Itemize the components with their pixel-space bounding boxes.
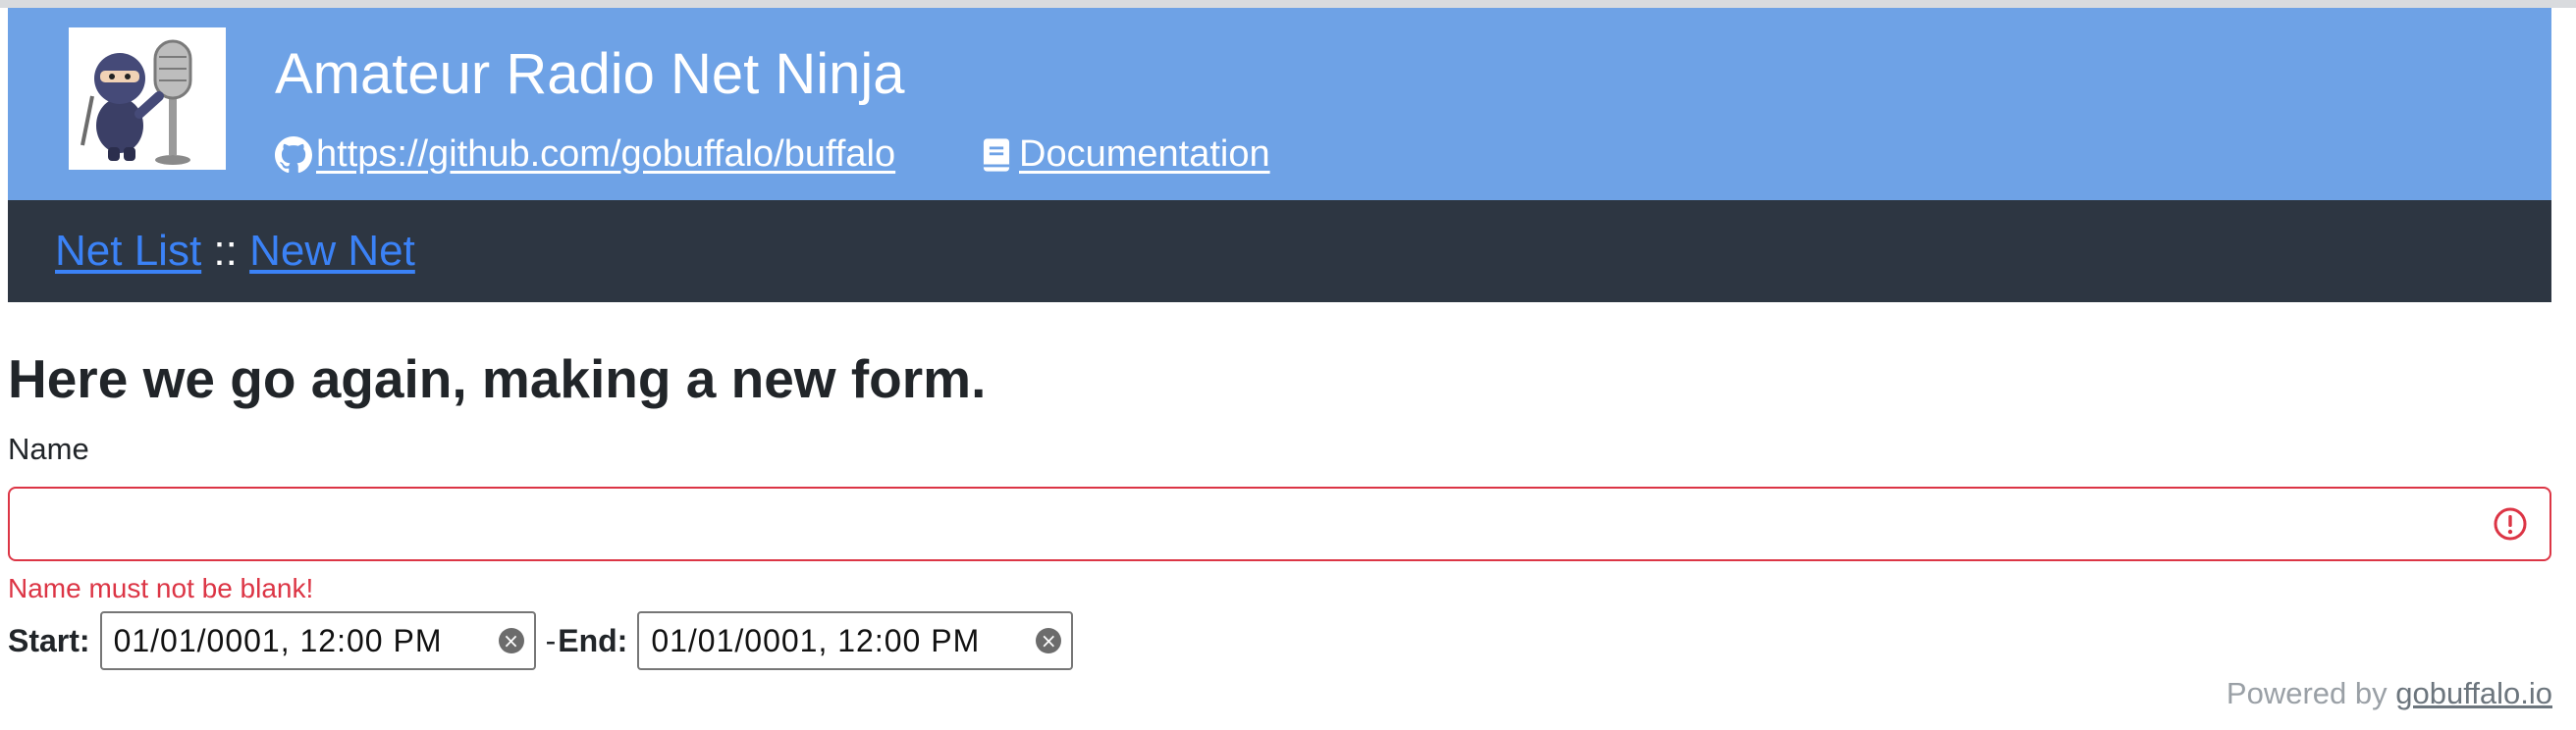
github-icon xyxy=(275,135,312,174)
book-icon xyxy=(978,136,1015,174)
footer-prefix: Powered by xyxy=(2226,676,2396,710)
window-top-border xyxy=(0,0,2576,8)
name-input[interactable] xyxy=(10,489,2549,559)
docs-link-row[interactable]: Documentation xyxy=(978,133,1270,176)
docs-link[interactable]: Documentation xyxy=(1019,133,1270,176)
end-datetime-value: 01/01/0001, 12:00 PM xyxy=(651,622,981,658)
start-datetime-value: 01/01/0001, 12:00 PM xyxy=(113,622,443,658)
name-field-wrapper xyxy=(8,487,2551,561)
site-header: Amateur Radio Net Ninja https://github.c… xyxy=(8,8,2551,200)
clear-end-icon[interactable]: × xyxy=(1036,628,1062,653)
github-link[interactable]: https://github.com/gobuffalo/buffalo xyxy=(316,133,895,176)
end-label: End: xyxy=(558,622,628,658)
invalid-exclamation-icon xyxy=(2493,506,2528,542)
breadcrumb: Net List :: New Net xyxy=(55,226,415,278)
name-label: Name xyxy=(8,432,89,466)
start-label: Start: xyxy=(8,622,90,658)
ninja-microphone-logo[interactable] xyxy=(69,27,226,170)
name-error-message: Name must not be blank! xyxy=(8,573,314,603)
net-list-link[interactable]: Net List xyxy=(55,227,201,275)
page-title: Here we go again, making a new form. xyxy=(8,348,987,409)
footer: Powered by gobuffalo.io xyxy=(2227,676,2552,711)
app-title: Amateur Radio Net Ninja xyxy=(275,42,905,106)
breadcrumb-separator: :: xyxy=(213,227,238,275)
end-datetime-input[interactable]: 01/01/0001, 12:00 PM × xyxy=(637,611,1074,670)
breadcrumb-nav: Net List :: New Net xyxy=(8,200,2551,302)
start-datetime-input[interactable]: 01/01/0001, 12:00 PM × xyxy=(99,611,536,670)
date-range-row: Start: 01/01/0001, 12:00 PM × - End: 01/… xyxy=(8,610,1083,671)
github-link-row[interactable]: https://github.com/gobuffalo/buffalo xyxy=(275,133,895,176)
range-separator: - xyxy=(545,622,557,658)
clear-start-icon[interactable]: × xyxy=(498,628,524,653)
gobuffalo-link[interactable]: gobuffalo.io xyxy=(2395,676,2552,710)
new-net-link[interactable]: New Net xyxy=(249,227,415,275)
